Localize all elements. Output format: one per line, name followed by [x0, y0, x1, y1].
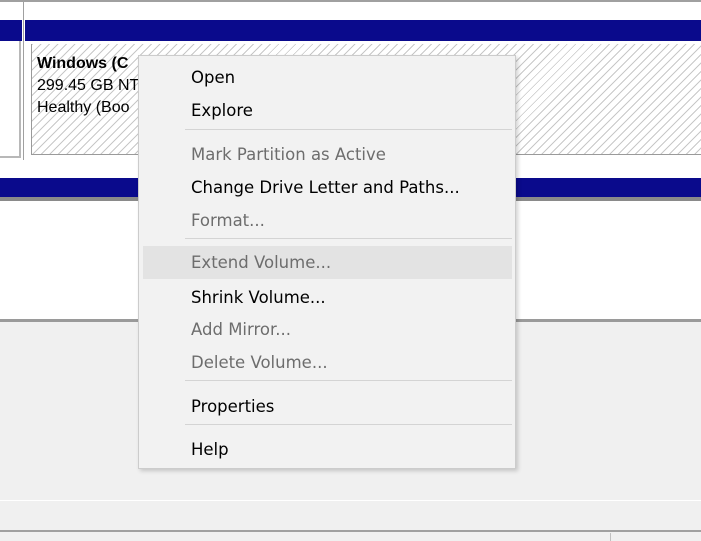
disk-header-bar [0, 20, 701, 41]
partition-status: Healthy (Boo [37, 99, 130, 116]
status-bar-divider [610, 533, 611, 541]
partition-info: Windows (C 299.45 GB NT Healthy (Boo [37, 53, 139, 119]
partition-name: Windows (C [37, 55, 129, 72]
menu-item-properties[interactable]: Properties [143, 390, 512, 423]
menu-separator [185, 238, 512, 239]
partition-size: 299.45 GB NT [37, 77, 140, 94]
menu-item-add-mirror[interactable]: Add Mirror... [143, 313, 512, 346]
menu-separator [185, 424, 512, 425]
menu-item-format[interactable]: Format... [143, 204, 512, 237]
menu-item-change-drive-letter[interactable]: Change Drive Letter and Paths... [143, 171, 512, 204]
disk-panel-divider [23, 2, 24, 160]
legend-strip [0, 500, 701, 530]
context-menu: Open Explore Mark Partition as Active Ch… [138, 55, 516, 469]
volume-list-strip [0, 2, 701, 20]
status-bar [0, 532, 701, 541]
menu-separator [185, 129, 512, 130]
menu-item-explore[interactable]: Explore [143, 94, 512, 127]
menu-item-open[interactable]: Open [143, 61, 512, 94]
menu-separator [185, 380, 512, 381]
menu-item-shrink-volume[interactable]: Shrink Volume... [143, 281, 512, 314]
disk-label-panel[interactable] [0, 41, 21, 158]
menu-item-delete-volume[interactable]: Delete Volume... [143, 346, 512, 379]
menu-item-mark-active[interactable]: Mark Partition as Active [143, 138, 512, 171]
menu-item-help[interactable]: Help [143, 433, 512, 466]
menu-item-extend-volume[interactable]: Extend Volume... [143, 246, 512, 279]
